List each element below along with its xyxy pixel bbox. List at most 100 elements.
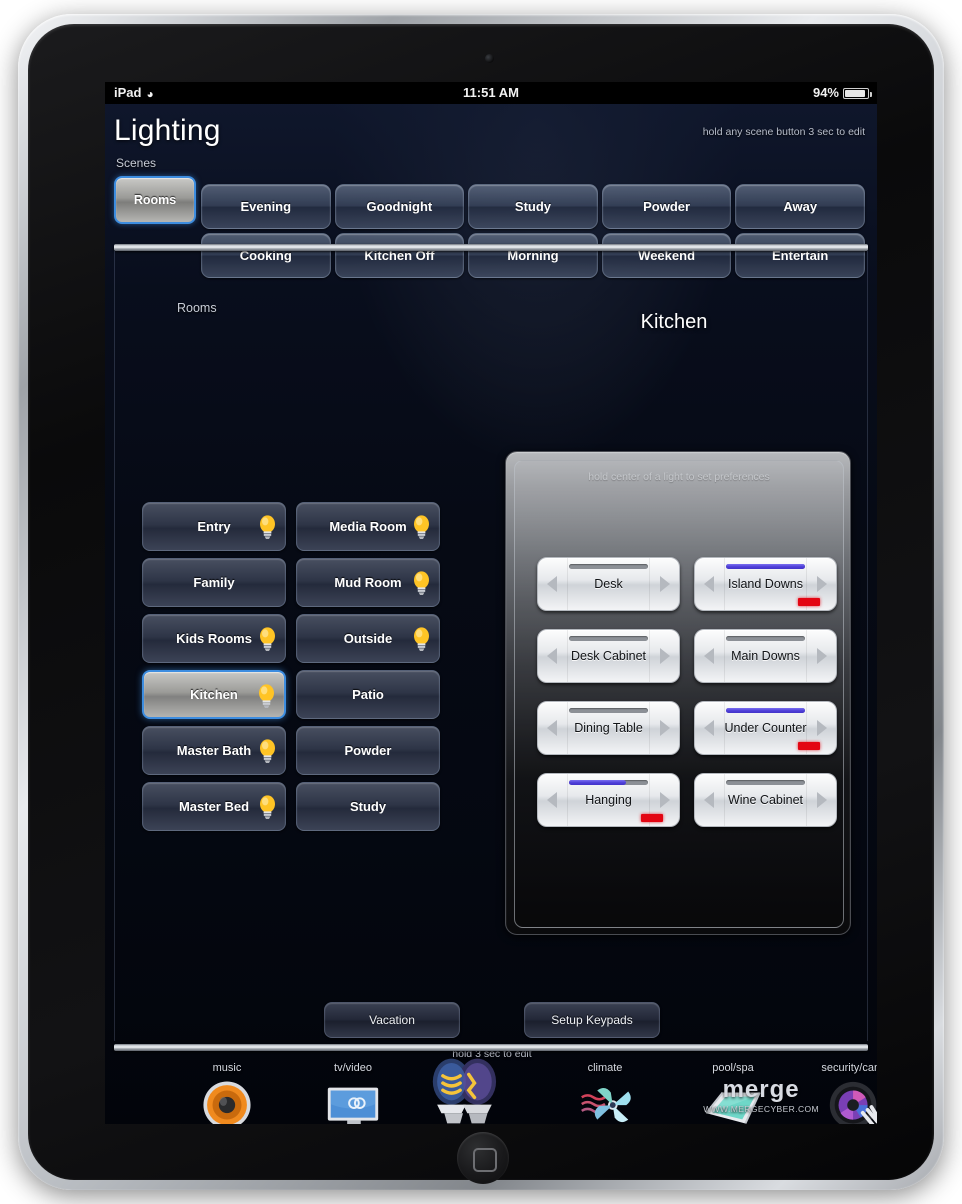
television-icon (327, 1087, 379, 1124)
room-button[interactable]: Study (296, 782, 440, 831)
light-control-panel: hold center of a light to set preference… (505, 451, 851, 935)
chevron-left-icon[interactable] (547, 576, 557, 592)
scene-button[interactable]: Powder (601, 184, 732, 229)
room-button[interactable]: Master Bath (142, 726, 286, 775)
light-status-led (641, 814, 663, 822)
scene-button[interactable]: Away (735, 184, 865, 229)
room-button[interactable]: Entry (142, 502, 286, 551)
nav-item-label: music (212, 1062, 242, 1074)
chevron-right-icon[interactable] (660, 720, 670, 736)
scene-button-label: Study (514, 199, 552, 214)
speaker-icon (203, 1081, 251, 1124)
light-button-label: Wine Cabinet (727, 793, 804, 807)
light-bulb-icon (414, 515, 429, 539)
chevron-right-icon[interactable] (660, 648, 670, 664)
room-button[interactable]: Family (142, 558, 286, 607)
room-button[interactable]: Kids Rooms (142, 614, 286, 663)
room-button-label: Mud Room (334, 575, 402, 590)
home-button[interactable] (457, 1132, 509, 1184)
chevron-left-icon[interactable] (704, 648, 714, 664)
light-bulb-icon (414, 571, 429, 595)
selected-room-title: Kitchen (640, 311, 708, 333)
room-button[interactable]: Media Room (296, 502, 440, 551)
room-button-label: Master Bed (178, 799, 250, 814)
dimmer-level-bar[interactable] (726, 780, 805, 785)
dimmer-level-bar[interactable] (569, 636, 648, 641)
scene-button[interactable]: Goodnight (334, 184, 465, 229)
nav-item[interactable]: security/cams (800, 1062, 877, 1124)
dimmer-level-bar[interactable] (569, 780, 648, 785)
room-button[interactable]: Powder (296, 726, 440, 775)
light-panel-hint: hold center of a light to set preference… (588, 471, 770, 483)
room-button-label: Powder (344, 743, 392, 758)
nav-item-label: climate (587, 1062, 623, 1074)
nav-item[interactable]: pool/spa (685, 1062, 781, 1124)
fan-icon (581, 1088, 631, 1123)
app-header: Lighting Scenes hold any scene button 3 … (105, 104, 877, 278)
light-bulb-icon (260, 739, 275, 763)
room-button-label: Kids Rooms (176, 631, 252, 646)
light-button[interactable]: Dining Table (537, 701, 680, 755)
room-button-label: Study (349, 799, 387, 814)
room-button-label: Media Room (329, 519, 407, 534)
room-button-label: Entry (197, 519, 231, 534)
room-button[interactable]: Master Bed (142, 782, 286, 831)
room-button[interactable]: Outside (296, 614, 440, 663)
room-button[interactable]: Kitchen (142, 670, 286, 719)
light-button-label: Desk (594, 577, 623, 591)
chevron-right-icon[interactable] (817, 792, 827, 808)
chevron-left-icon[interactable] (547, 648, 557, 664)
scene-button[interactable]: Study (468, 184, 598, 229)
light-button[interactable]: Desk (537, 557, 680, 611)
vacation-button[interactable]: Vacation (324, 1002, 460, 1038)
nav-item[interactable]: music (182, 1062, 272, 1124)
light-bulb-icon (259, 684, 274, 708)
scene-button[interactable]: Evening (201, 184, 331, 229)
chevron-left-icon[interactable] (704, 792, 714, 808)
chevron-left-icon[interactable] (704, 576, 714, 592)
light-bulb-icon (260, 515, 275, 539)
nav-item-label: pool/spa (712, 1062, 754, 1074)
light-button[interactable]: Island Downs (694, 557, 837, 611)
light-button[interactable]: Main Downs (694, 629, 837, 683)
room-button[interactable]: Patio (296, 670, 440, 719)
chevron-right-icon[interactable] (660, 792, 670, 808)
light-button-label: Dining Table (574, 721, 643, 735)
dimmer-level-bar[interactable] (569, 564, 648, 569)
chevron-left-icon[interactable] (547, 792, 557, 808)
light-bulb-icon (260, 627, 275, 651)
dimmer-level-fill (726, 564, 805, 569)
light-button[interactable]: Hanging (537, 773, 680, 827)
nav-item[interactable]: climate (560, 1062, 650, 1124)
room-button[interactable]: Mud Room (296, 558, 440, 607)
action-button-row: Vacation Setup Keypads (115, 1002, 869, 1038)
light-button[interactable]: Wine Cabinet (694, 773, 837, 827)
light-button[interactable]: Desk Cabinet (537, 629, 680, 683)
dimmer-level-bar[interactable] (726, 636, 805, 641)
lighting-app: Lighting Scenes hold any scene button 3 … (105, 104, 877, 1124)
chevron-right-icon[interactable] (660, 576, 670, 592)
dimmer-level-bar[interactable] (726, 708, 805, 713)
light-status-led (798, 742, 820, 750)
rooms-heading: Rooms (177, 301, 217, 315)
chevron-left-icon[interactable] (704, 720, 714, 736)
light-button[interactable]: Under Counter (694, 701, 837, 755)
light-button-label: Hanging (585, 793, 632, 807)
front-camera (485, 54, 494, 63)
room-button-label: Family (193, 575, 235, 590)
tab-rooms[interactable]: Rooms (114, 176, 196, 224)
dimmer-level-bar[interactable] (569, 708, 648, 713)
nav-item[interactable] (408, 1048, 518, 1124)
chevron-right-icon[interactable] (817, 720, 827, 736)
chevron-right-icon[interactable] (817, 576, 827, 592)
setup-keypads-button[interactable]: Setup Keypads (524, 1002, 660, 1038)
nav-item[interactable]: tv/video (308, 1062, 398, 1124)
dimmer-level-bar[interactable] (726, 564, 805, 569)
ios-status-bar: iPad ◕ 11:51 AM 94% (105, 82, 877, 104)
bottom-navigation: music tv/video climate pool/spa security/cam… (105, 1054, 877, 1124)
chevron-right-icon[interactable] (817, 648, 827, 664)
scene-button-label: Evening (240, 199, 292, 214)
camera-icon (829, 1081, 877, 1124)
chevron-left-icon[interactable] (547, 720, 557, 736)
battery-icon (843, 87, 872, 99)
